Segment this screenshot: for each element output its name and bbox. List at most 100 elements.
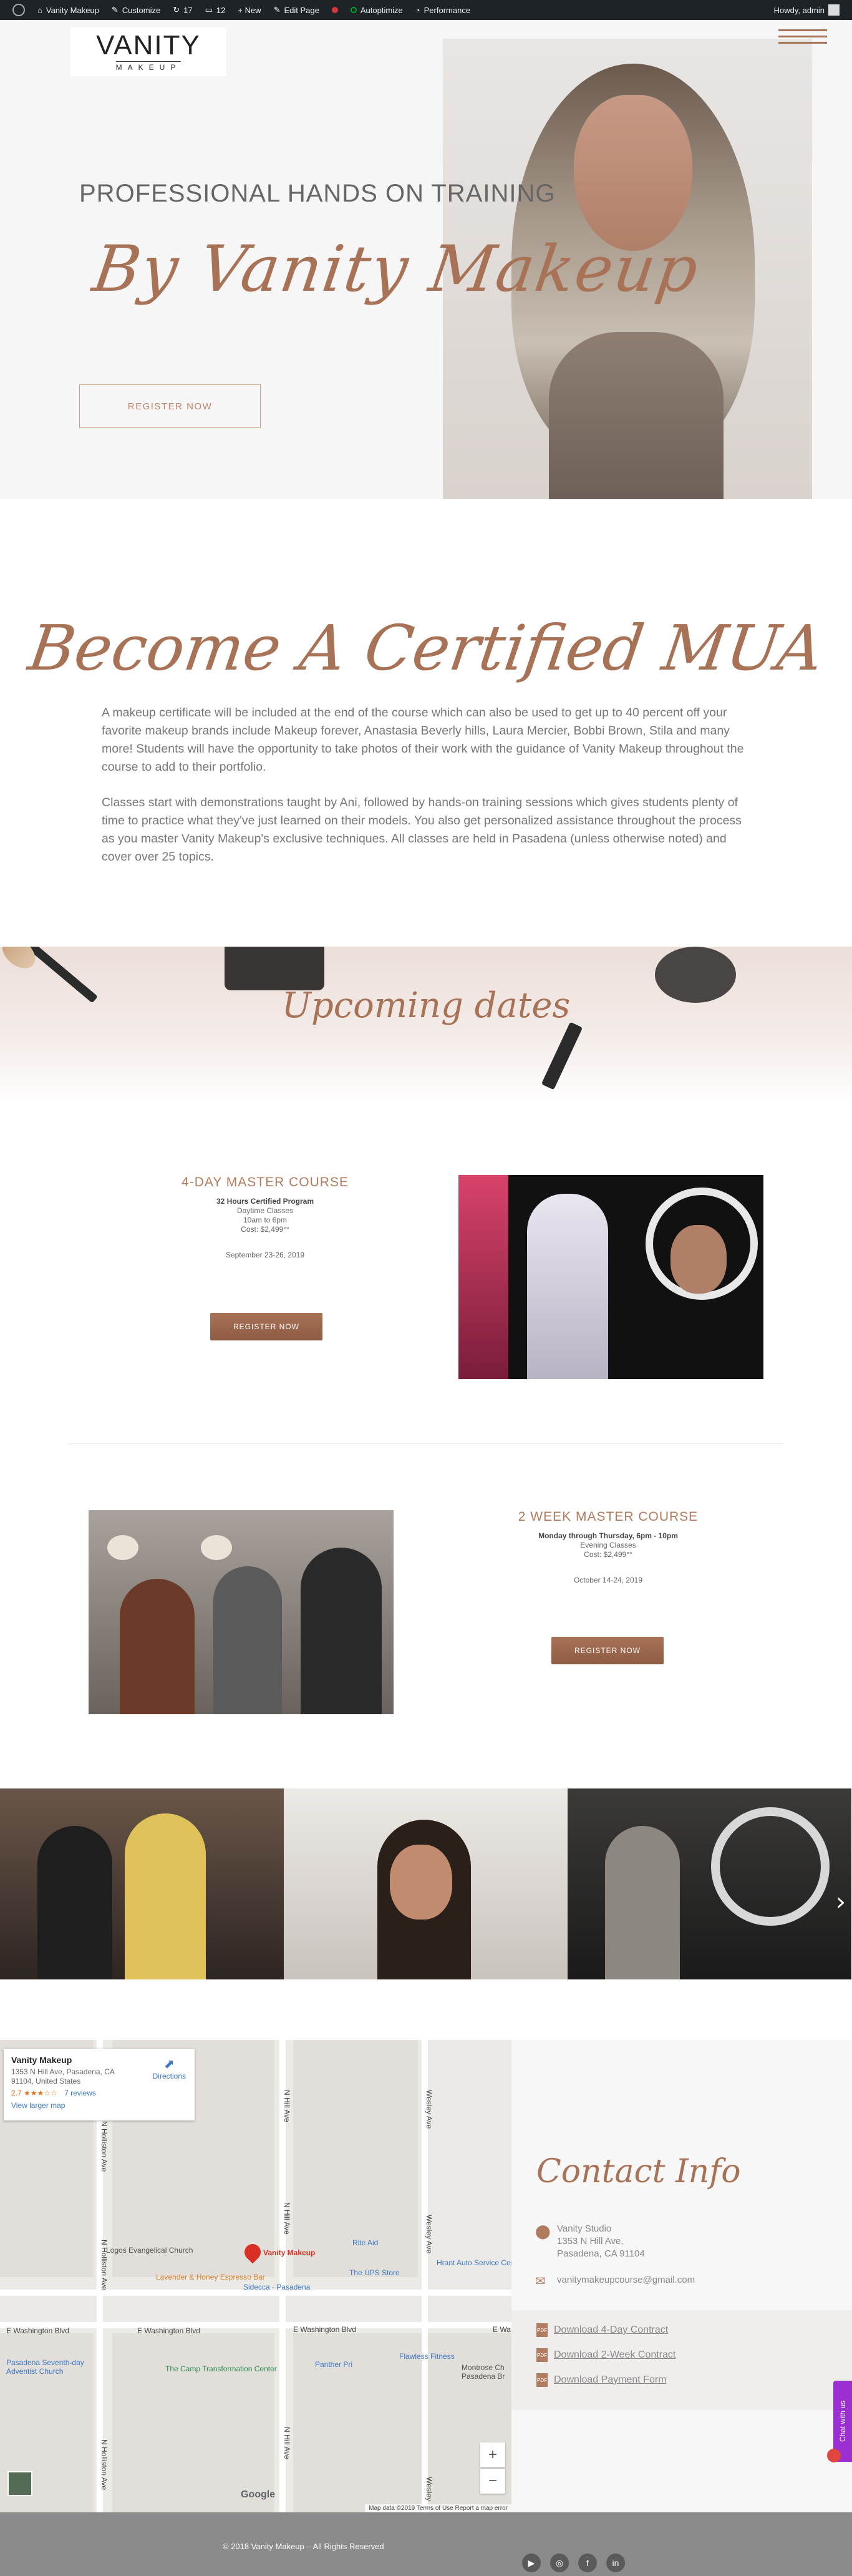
site-logo[interactable]: VANITY MAKEUP [70, 27, 226, 76]
hero-register-button[interactable]: REGISTER NOW [79, 384, 261, 428]
directions-button[interactable]: ⬈ Directions [153, 2056, 186, 2081]
map-label-vanity-makeup: Vanity Makeup [263, 2248, 316, 2257]
certified-paragraph-1: A makeup certificate will be included at… [102, 706, 744, 774]
instagram-icon[interactable]: ◎ [550, 2554, 569, 2572]
download-2week-label: Download 2-Week Contract [554, 2349, 676, 2360]
wordpress-logo-icon [12, 4, 25, 16]
new-content-link[interactable]: + New [231, 0, 267, 20]
student-image [213, 1566, 282, 1714]
upcoming-title: Upcoming dates [281, 985, 571, 1026]
download-2week-contract-link[interactable]: PDF Download 2-Week Contract [536, 2348, 675, 2362]
new-label: + New [238, 5, 261, 15]
map-label-flawless-fitness: Flawless Fitness [399, 2352, 455, 2361]
customize-link[interactable]: ✎ Customize [105, 0, 167, 20]
gallery-photo-1[interactable] [0, 1788, 284, 1979]
course-1-register-button[interactable]: REGISTER NOW [210, 1313, 322, 1340]
contact-email[interactable]: vanitymakeupcourse@gmail.com [557, 2274, 695, 2286]
gallery-photo-3[interactable] [568, 1788, 851, 1979]
pencil-icon: ✎ [273, 5, 281, 14]
contact-title: Contact Info [536, 2153, 741, 2190]
contact-studio-name: Vanity Studio [557, 2223, 612, 2234]
map-label-street: E Washington Blvd [293, 2325, 356, 2334]
map-label-street: E Washington Blvd [137, 2326, 200, 2335]
artist-image [527, 1194, 608, 1379]
google-logo: Google [241, 2489, 276, 2500]
map-rating-value: 2.7 [11, 2089, 22, 2097]
directions-icon: ⬈ [163, 2057, 175, 2071]
map-rating-row: 2.7 ★★★☆☆ 7 reviews [11, 2089, 187, 2097]
student-image [301, 1548, 382, 1714]
copyright-text: © 2018 Vanity Makeup – All Rights Reserv… [223, 2542, 384, 2551]
map-reviews-link[interactable]: 7 reviews [64, 2089, 96, 2097]
course-1-line-2: 10am to 6pm [243, 1216, 288, 1224]
updates-count: 17 [183, 5, 193, 15]
zoom-in-button[interactable]: + [480, 2442, 505, 2467]
star-rating-icon: ★★★☆☆ [24, 2089, 57, 2097]
gallery-photo-2[interactable] [284, 1788, 568, 1979]
youtube-icon[interactable]: ▶ [522, 2554, 541, 2572]
contact-street: 1353 N Hill Ave, [557, 2236, 624, 2247]
section-divider [69, 1443, 783, 1444]
performance-label: Performance [424, 5, 471, 15]
map-label-street: N Hill Ave [283, 2427, 291, 2459]
facebook-icon[interactable]: f [578, 2554, 597, 2572]
map-label-camp-transformation: The Camp Transformation Center [165, 2364, 277, 2373]
map-label-street: N Hill Ave [283, 2202, 291, 2235]
photo-gallery [0, 1788, 852, 1979]
brush-icon: ✎ [111, 5, 119, 14]
contact-address: Vanity Studio 1353 N Hill Ave, Pasadena,… [557, 2223, 645, 2260]
pdf-icon: PDF [536, 2373, 548, 2387]
directions-label: Directions [152, 2072, 186, 2081]
map-label-lavender-honey: Lavender & Honey Espresso Bar [156, 2273, 265, 2281]
course-1-cost: Cost: $2,499°° [241, 1225, 289, 1234]
map-label-sidecca: Sidecca - Pasadena [243, 2283, 311, 2291]
comments-link[interactable]: ▭ 12 [199, 0, 232, 20]
google-map[interactable]: Vanity Makeup 1353 N Hill Ave, Pasadena,… [0, 2040, 511, 2512]
wordpress-menu[interactable] [6, 0, 31, 20]
map-label-panther: Panther Pri [315, 2360, 353, 2369]
autoptimize-link[interactable]: Autoptimize [344, 0, 409, 20]
download-4day-contract-link[interactable]: PDF Download 4-Day Contract [536, 2323, 668, 2337]
course-2-line-1: Evening Classes [580, 1541, 636, 1549]
download-payment-form-link[interactable]: PDF Download Payment Form [536, 2373, 667, 2387]
status-green-dot-icon [350, 7, 357, 13]
map-label-street: N Holliston Ave [100, 2240, 109, 2291]
linkedin-icon[interactable]: in [606, 2554, 625, 2572]
updates-link[interactable]: ↻ 17 [167, 0, 198, 20]
seo-status[interactable] [326, 0, 344, 20]
lipstick-image [541, 1022, 583, 1090]
account-menu[interactable]: Howdy, admin [768, 0, 846, 20]
refresh-icon: ↻ [173, 5, 180, 14]
certified-title: Become A Certified MUA [24, 612, 828, 685]
course-1-line-1: Daytime Classes [236, 1206, 294, 1215]
home-icon: ⌂ [37, 5, 42, 15]
site-name-link[interactable]: ⌂ Vanity Makeup [31, 0, 105, 20]
client-face-image [670, 1225, 727, 1294]
pdf-icon: PDF [536, 2348, 548, 2362]
course-2-register-button[interactable]: REGISTER NOW [551, 1637, 664, 1664]
map-label-street: Wesley [425, 2477, 433, 2502]
map-footer-links[interactable]: Map data ©2019 Terms of Use Report a map… [365, 2504, 511, 2512]
certified-paragraph-2: Classes start with demonstrations taught… [102, 796, 742, 864]
map-label-street: E Wa [493, 2325, 511, 2334]
satellite-toggle[interactable] [7, 2471, 32, 2496]
performance-link[interactable]: ◔ Performance [409, 0, 477, 20]
zoom-out-button[interactable]: − [480, 2469, 505, 2494]
course-2-dates: October 14-24, 2019 [573, 1576, 643, 1584]
pdf-icon: PDF [536, 2323, 548, 2337]
edit-page-link[interactable]: ✎ Edit Page [268, 0, 326, 20]
map-label-street: N Holliston Ave [100, 2121, 109, 2172]
model-face [574, 95, 692, 251]
map-label-street: Wesley Ave [425, 2090, 433, 2129]
gallery-next-arrow-icon[interactable]: › [836, 1888, 846, 1916]
map-label-street: Wesley Ave [425, 2215, 433, 2254]
course-2-title: 2 WEEK MASTER COURSE [518, 1510, 699, 1524]
mirror-light-image [201, 1535, 232, 1560]
map-label-logos-church: Logos Evangelical Church [106, 2246, 193, 2255]
view-larger-map-link[interactable]: View larger map [11, 2101, 187, 2110]
mirror-light-image [107, 1535, 138, 1560]
hamburger-menu-icon[interactable] [778, 25, 827, 50]
chat-bubble-icon[interactable] [827, 2449, 841, 2462]
download-4day-label: Download 4-Day Contract [554, 2325, 669, 2335]
map-label-street: E Washington Blvd [6, 2326, 69, 2335]
